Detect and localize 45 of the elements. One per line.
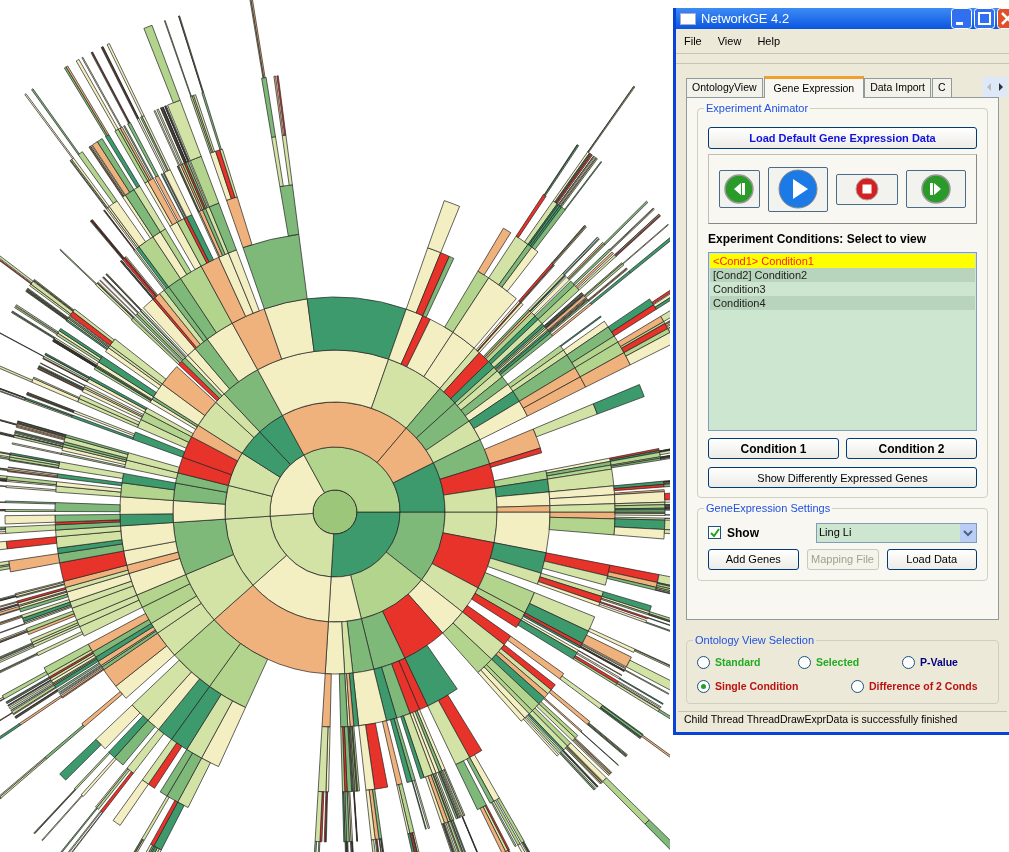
settings-button[interactable]: Add Genes (708, 548, 799, 570)
maximize-button[interactable] (974, 8, 995, 29)
close-button[interactable] (997, 8, 1009, 29)
menu-item[interactable]: View (717, 32, 742, 50)
radio-label: Selected (816, 655, 860, 670)
radio-button[interactable] (798, 656, 811, 670)
window-title: NetworkGE 4.2 (701, 9, 791, 28)
play-icon (778, 169, 819, 210)
status-bar-text: Child Thread ThreadDrawExprData is successfully finished (683, 711, 959, 727)
radio-label: Single Condition (715, 678, 799, 694)
condition-item[interactable]: Condition4 (710, 296, 975, 311)
previous-button[interactable] (719, 170, 760, 209)
conditions-label: Experiment Conditions: Select to view (708, 231, 928, 249)
radio-label: Standard (715, 655, 761, 670)
play-button[interactable] (767, 166, 829, 212)
load-default-button[interactable]: Load Default Gene Expression Data (708, 127, 977, 150)
radio-label: P-Value (920, 655, 958, 670)
radio-button[interactable] (697, 656, 710, 670)
tab[interactable]: Gene Expression (763, 76, 865, 98)
radio-label: Difference of 2 Conds (869, 678, 978, 694)
radio-button[interactable] (902, 656, 915, 670)
show-checkbox[interactable] (708, 526, 721, 539)
condition-item[interactable]: [Cond2] Condition2 (710, 268, 975, 283)
next-icon (920, 174, 951, 205)
menu-item[interactable]: File (684, 32, 702, 50)
show-diff-genes-button[interactable]: Show Differently Expressed Genes (708, 467, 977, 489)
user-dropdown[interactable]: Ling Li (816, 522, 977, 543)
stop-icon (854, 177, 879, 202)
stop-button[interactable] (836, 173, 898, 205)
checkbox-label: Show (727, 524, 759, 542)
previous-icon (724, 174, 755, 205)
next-button[interactable] (905, 170, 966, 209)
minimize-button[interactable] (951, 8, 972, 29)
tab[interactable]: OntologyView (686, 78, 763, 97)
app-icon (680, 12, 696, 25)
condition-button[interactable]: Condition 1 (708, 438, 839, 460)
condition-button[interactable]: Condition 2 (846, 438, 977, 460)
condition-item[interactable]: <Cond1> Condition1 (710, 254, 975, 269)
radio-button[interactable] (851, 680, 864, 694)
condition-item[interactable]: Condition3 (710, 282, 975, 297)
tab[interactable]: Data Import (864, 78, 931, 97)
settings-button[interactable]: Load Data (886, 548, 977, 570)
tab[interactable]: C (932, 78, 952, 97)
radio-button[interactable] (697, 680, 710, 694)
menu-item[interactable]: Help (757, 32, 780, 50)
